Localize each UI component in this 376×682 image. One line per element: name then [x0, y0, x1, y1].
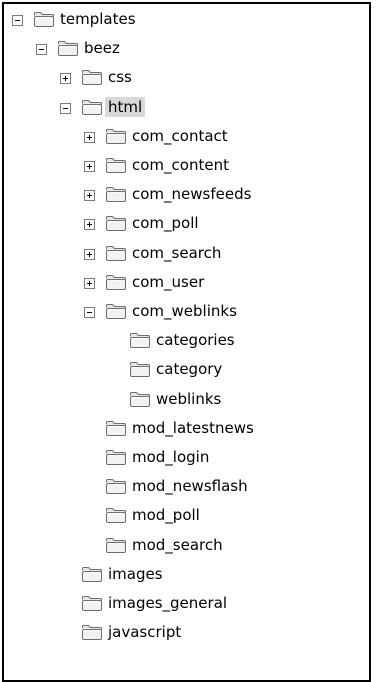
tree-node-label: css	[108, 68, 132, 86]
tree-node-label: com_search	[132, 244, 222, 262]
folder-icon	[105, 245, 127, 262]
tree-node-label: images_general	[108, 594, 228, 612]
folder-icon	[81, 566, 103, 583]
expand-icon[interactable]	[60, 73, 71, 84]
folder-icon	[105, 478, 127, 495]
folder-tree-panel: templates beez css html com_contact com_…	[2, 2, 371, 682]
folder-icon	[81, 624, 103, 641]
expand-icon[interactable]	[84, 219, 95, 230]
tree-node-label: category	[156, 360, 223, 378]
tree-node-label: com_contact	[132, 127, 228, 145]
tree-node-label: mod_newsflash	[132, 477, 248, 495]
tree-node-label: mod_login	[132, 448, 210, 466]
folder-icon	[105, 303, 127, 320]
folder-icon	[105, 157, 127, 174]
folder-icon	[129, 361, 151, 378]
folder-icon	[81, 99, 103, 116]
tree-node-label: com_content	[132, 156, 229, 174]
collapse-icon[interactable]	[12, 15, 23, 26]
tree-node-label: mod_latestnews	[132, 419, 254, 437]
tree-node-label: com_weblinks	[132, 302, 237, 320]
folder-icon	[105, 128, 127, 145]
expand-icon[interactable]	[84, 278, 95, 289]
tree-node-label: com_poll	[132, 214, 199, 232]
tree-node-label: javascript	[108, 623, 182, 641]
tree-node-label: mod_search	[132, 536, 223, 554]
folder-icon	[105, 507, 127, 524]
expand-icon[interactable]	[84, 190, 95, 201]
folder-icon	[105, 537, 127, 554]
collapse-icon[interactable]	[84, 307, 95, 318]
folder-icon	[105, 274, 127, 291]
tree-node-label: html	[105, 97, 146, 117]
tree-node-label: beez	[84, 39, 120, 57]
folder-icon	[129, 391, 151, 408]
expand-icon[interactable]	[84, 249, 95, 260]
tree-node-label: com_user	[132, 273, 205, 291]
tree-node-label: categories	[156, 331, 235, 349]
folder-icon	[81, 69, 103, 86]
collapse-icon[interactable]	[36, 44, 47, 55]
folder-icon	[105, 186, 127, 203]
tree-node-label: mod_poll	[132, 506, 200, 524]
folder-icon	[105, 449, 127, 466]
tree-node-label: weblinks	[156, 390, 222, 408]
tree-node-label: templates	[60, 10, 136, 28]
folder-icon	[57, 40, 79, 57]
tree-node-label: images	[108, 565, 163, 583]
folder-icon	[129, 332, 151, 349]
expand-icon[interactable]	[84, 161, 95, 172]
folder-icon	[105, 215, 127, 232]
expand-icon[interactable]	[84, 132, 95, 143]
tree-node-label: com_newsfeeds	[132, 185, 252, 203]
collapse-icon[interactable]	[60, 103, 71, 114]
folder-icon	[81, 595, 103, 612]
folder-icon	[33, 11, 55, 28]
folder-icon	[105, 420, 127, 437]
